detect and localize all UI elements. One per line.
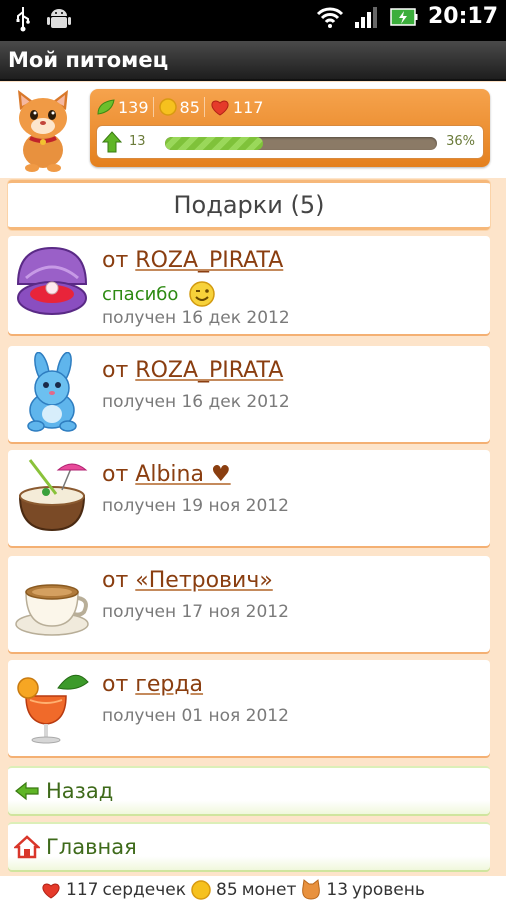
footer-level-label: уровень	[352, 880, 425, 900]
home-icon	[14, 835, 40, 859]
coconut-cocktail-icon	[18, 459, 88, 532]
back-button[interactable]: Назад	[8, 766, 490, 814]
level-number: 13	[129, 134, 146, 149]
cat-level-icon	[302, 879, 321, 900]
orange-cocktail-icon	[17, 674, 89, 744]
gift-sender-line: от Albina ♥	[102, 462, 231, 487]
gifts-title: Подарки (5)	[173, 191, 325, 219]
back-arrow-icon	[15, 781, 39, 801]
sender-link[interactable]: ROZA_PIRATA	[135, 358, 283, 383]
wink-smiley-icon	[189, 281, 216, 307]
from-prefix: от	[102, 568, 129, 593]
leaf-icon	[97, 99, 115, 115]
coin-icon	[191, 880, 211, 900]
home-button[interactable]: Главная	[8, 822, 490, 870]
wifi-icon	[316, 7, 344, 28]
heart-icon	[211, 100, 229, 116]
page: 139 85 117 13 36% Подарки (5) от ROZA_PI…	[0, 82, 506, 900]
kitten-avatar-icon[interactable]	[8, 88, 78, 172]
coins-count: 85	[179, 97, 200, 117]
sender-link[interactable]: ROZA_PIRATA	[135, 248, 283, 273]
gift-sender-line: от ROZA_PIRATA	[102, 248, 283, 273]
coffee-cup-icon	[15, 584, 89, 636]
gift-date: получен 16 дек 2012	[102, 392, 290, 412]
sender-link[interactable]: Albina ♥	[135, 462, 230, 487]
footer-hearts-count: 117	[66, 880, 99, 900]
gift-item[interactable]: от ROZA_PIRATA спасибо получен 16 дек 20…	[8, 236, 490, 334]
gift-sender-line: от ROZA_PIRATA	[102, 358, 283, 383]
footer-summary: 117 сердечек 85 монет 13 уровень	[0, 876, 506, 900]
battery-icon	[390, 7, 418, 26]
status-bar: 20:17	[0, 0, 506, 41]
pearl-shell-icon	[16, 246, 88, 315]
android-icon	[47, 9, 71, 28]
level-percent: 36%	[446, 134, 475, 149]
usb-icon	[16, 7, 30, 32]
hearts-stat: 117	[209, 97, 264, 117]
gift-sender-line: от «Петрович»	[102, 568, 273, 593]
coins-stat: 85	[158, 97, 200, 117]
gift-item[interactable]: от ROZA_PIRATA получен 16 дек 2012	[8, 346, 490, 442]
app-title: Мой питомец	[8, 48, 169, 72]
sender-link[interactable]: «Петрович»	[135, 568, 273, 593]
gift-item[interactable]: от Albina ♥ получен 19 ноя 2012	[8, 450, 490, 546]
footer-coins-count: 85	[216, 880, 238, 900]
pet-stats-panel: 139 85 117 13 36%	[90, 89, 490, 167]
gift-note: спасибо	[102, 280, 216, 308]
gift-date: получен 01 ноя 2012	[102, 706, 289, 726]
footer-level-count: 13	[326, 880, 349, 900]
heart-icon	[42, 883, 60, 899]
gifts-header: Подарки (5)	[8, 180, 490, 230]
level-progress-box: 13 36%	[96, 125, 484, 159]
footer-hearts-label: сердечек	[102, 880, 187, 900]
gift-date: получен 17 ноя 2012	[102, 602, 289, 622]
from-prefix: от	[102, 462, 129, 487]
note-text: спасибо	[102, 283, 179, 305]
gift-item[interactable]: от герда получен 01 ноя 2012	[8, 660, 490, 756]
level-progress-fill	[165, 137, 263, 150]
home-label: Главная	[46, 835, 137, 859]
gift-item[interactable]: от «Петрович» получен 17 ноя 2012	[8, 556, 490, 652]
leaves-stat: 139	[96, 98, 149, 117]
hearts-count: 117	[232, 97, 264, 117]
pet-profile: 139 85 117 13 36%	[0, 82, 506, 178]
level-up-arrow-icon	[102, 131, 122, 153]
from-prefix: от	[102, 672, 129, 697]
coin-icon	[158, 98, 177, 116]
sender-link[interactable]: герда	[135, 672, 203, 697]
level-progress-bar	[165, 137, 437, 150]
leaves-count: 139	[118, 97, 149, 117]
gift-date: получен 16 дек 2012	[102, 308, 290, 328]
back-label: Назад	[46, 779, 114, 803]
gift-sender-line: от герда	[102, 672, 203, 697]
signal-icon	[354, 6, 377, 28]
from-prefix: от	[102, 358, 129, 383]
app-title-bar: Мой питомец	[0, 41, 506, 81]
footer-coins-label: монет	[241, 880, 297, 900]
gift-date: получен 19 ноя 2012	[102, 496, 289, 516]
blue-bunny-icon	[27, 352, 77, 432]
clock: 20:17	[427, 4, 498, 29]
from-prefix: от	[102, 248, 129, 273]
